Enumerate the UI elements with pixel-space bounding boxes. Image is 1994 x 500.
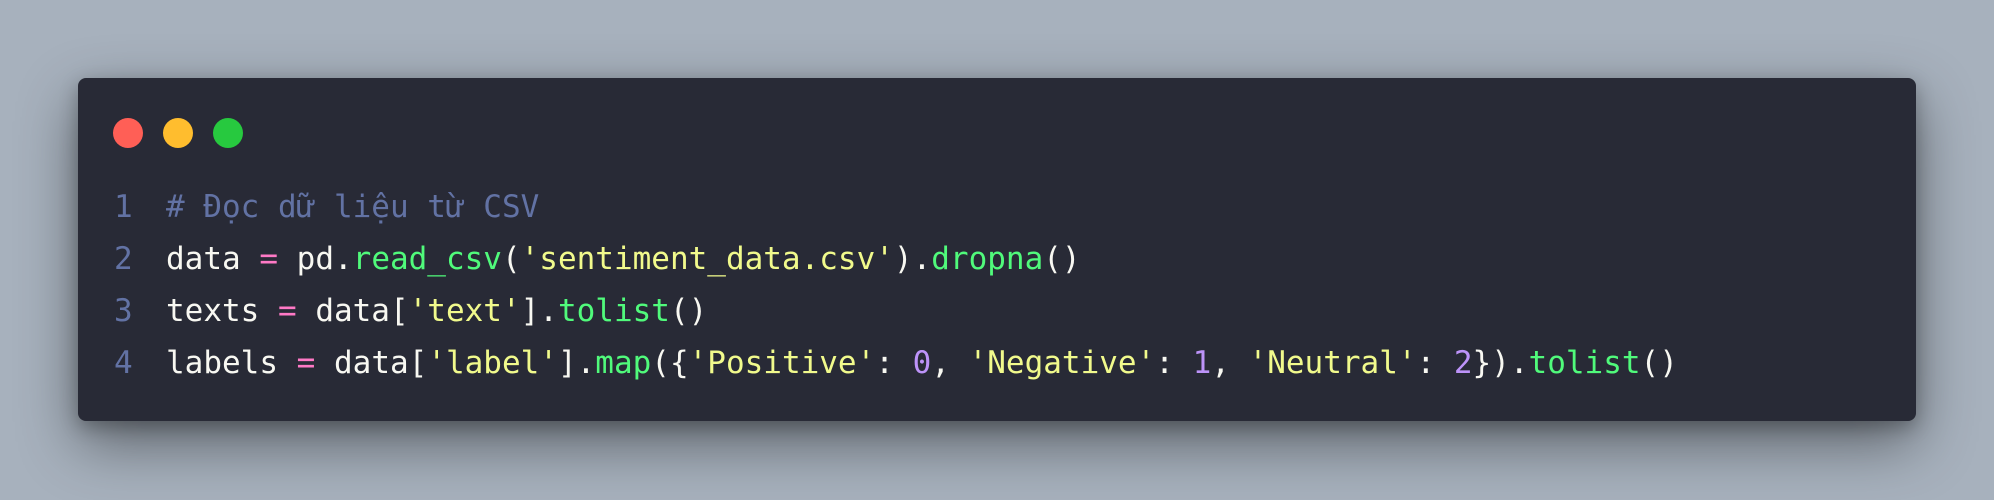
code-line: 1 # Đọc dữ liệu từ CSV bbox=[114, 181, 1896, 233]
code-token: }). bbox=[1472, 345, 1529, 381]
maximize-dot-icon[interactable] bbox=[213, 118, 243, 148]
window-controls bbox=[113, 118, 243, 148]
code-token: = bbox=[259, 241, 278, 277]
line-content: labels = data['label'].map({'Positive': … bbox=[166, 337, 1678, 389]
line-content: # Đọc dữ liệu từ CSV bbox=[166, 181, 539, 233]
code-token: 1 bbox=[1192, 345, 1212, 381]
code-token: tolist bbox=[1528, 345, 1641, 381]
close-dot-icon[interactable] bbox=[113, 118, 143, 148]
code-token: texts bbox=[166, 293, 278, 329]
line-number: 2 bbox=[114, 241, 133, 277]
code-token: : bbox=[875, 345, 913, 381]
code-token: labels bbox=[166, 345, 297, 381]
code-token: () bbox=[1043, 241, 1081, 277]
code-token: ). bbox=[893, 241, 932, 277]
code-token: ]. bbox=[557, 345, 596, 381]
code-token: pd. bbox=[278, 241, 353, 277]
code-token: () bbox=[669, 293, 708, 329]
code-window: 1 # Đọc dữ liệu từ CSV 2 data = pd.read_csv… bbox=[78, 78, 1916, 421]
code-token: , bbox=[931, 345, 969, 381]
minimize-dot-icon[interactable] bbox=[163, 118, 193, 148]
code-token: ( bbox=[501, 241, 521, 277]
code-block[interactable]: 1 # Đọc dữ liệu từ CSV 2 data = pd.read_csv… bbox=[114, 181, 1896, 389]
code-token: tolist bbox=[557, 293, 670, 329]
code-token: 'Negative' bbox=[968, 345, 1156, 381]
code-token: data[ bbox=[315, 345, 428, 381]
code-token: , bbox=[1211, 345, 1249, 381]
code-token: map bbox=[595, 345, 652, 381]
code-token: = bbox=[296, 345, 316, 381]
code-token: 'Neutral' bbox=[1248, 345, 1417, 381]
code-line: 4 labels = data['label'].map({'Positive':… bbox=[114, 337, 1896, 389]
code-token: ({ bbox=[651, 345, 689, 381]
code-token: read_csv bbox=[352, 241, 502, 277]
code-token: 0 bbox=[912, 345, 932, 381]
code-line: 3 texts = data['text'].tolist() bbox=[114, 285, 1896, 337]
code-token: = bbox=[277, 293, 297, 329]
code-token: 'text' bbox=[408, 293, 521, 329]
line-number: 1 bbox=[114, 189, 133, 225]
code-token: data bbox=[166, 241, 260, 277]
line-number: 3 bbox=[114, 293, 133, 329]
line-content: data = pd.read_csv('sentiment_data.csv')… bbox=[166, 233, 1081, 285]
code-token: ]. bbox=[520, 293, 558, 329]
code-token: : bbox=[1155, 345, 1193, 381]
code-token: : bbox=[1416, 345, 1454, 381]
code-line: 2 data = pd.read_csv('sentiment_data.csv'… bbox=[114, 233, 1896, 285]
line-content: texts = data['text'].tolist() bbox=[166, 285, 707, 337]
code-token: # Đọc dữ liệu từ CSV bbox=[166, 189, 540, 225]
code-token: 'label' bbox=[427, 345, 558, 381]
code-token: data[ bbox=[296, 293, 409, 329]
code-token: 'sentiment_data.csv' bbox=[520, 241, 894, 277]
code-token: () bbox=[1640, 345, 1678, 381]
code-token: 'Positive' bbox=[688, 345, 876, 381]
code-token: dropna bbox=[931, 241, 1044, 277]
line-number: 4 bbox=[114, 345, 133, 381]
code-token: 2 bbox=[1453, 345, 1473, 381]
